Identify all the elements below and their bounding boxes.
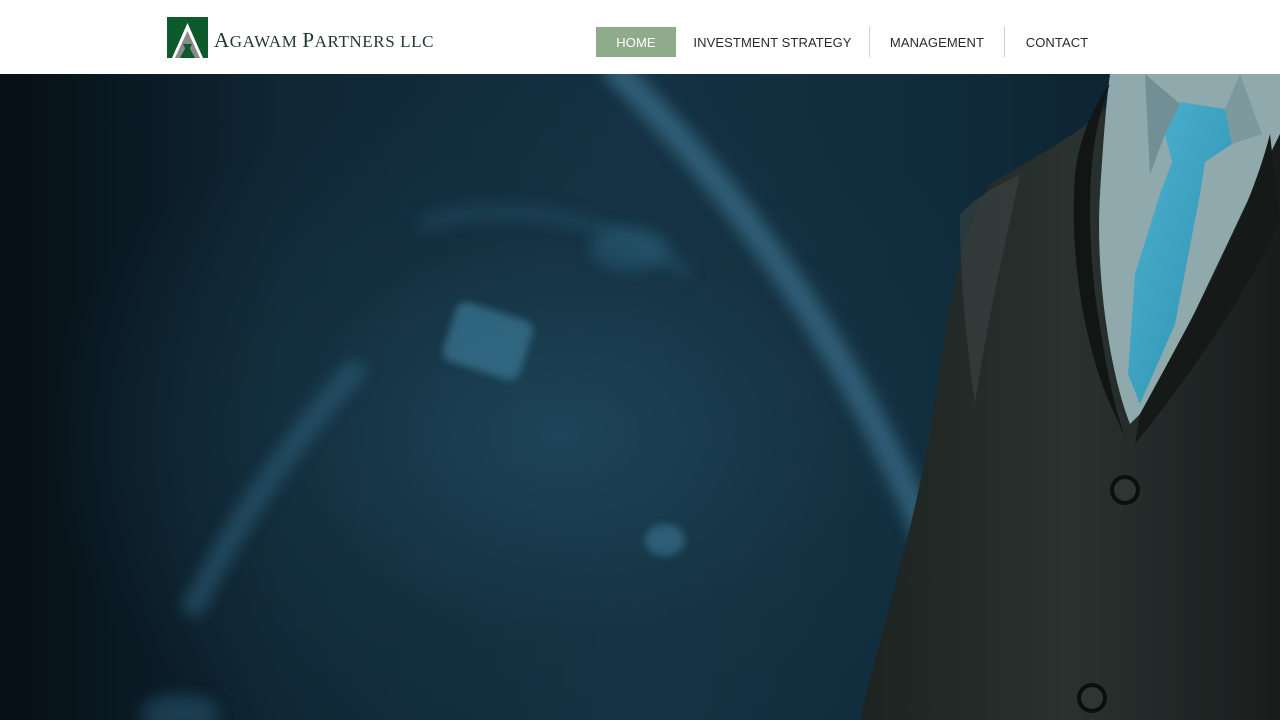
logo-icon[interactable] <box>167 17 208 58</box>
nav-contact[interactable]: CONTACT <box>1005 27 1109 57</box>
brand-word-partners: ARTNERS LLC <box>314 32 435 51</box>
hero-image <box>140 74 1280 720</box>
main-nav: HOME INVESTMENT STRATEGY MANAGEMENT CONT… <box>596 27 1109 57</box>
hero-banner <box>0 74 1280 720</box>
brand-initial-p: P <box>302 28 315 52</box>
nav-management[interactable]: MANAGEMENT <box>870 27 1004 57</box>
businessman-figure <box>860 74 1280 720</box>
brand-name[interactable]: AGAWAM PARTNERS LLC <box>214 27 434 55</box>
brand-initial-a: A <box>214 28 230 52</box>
site-header: AGAWAM PARTNERS LLC HOME INVESTMENT STRA… <box>0 0 1280 74</box>
background-bokeh <box>140 74 943 720</box>
nav-home[interactable]: HOME <box>596 27 676 57</box>
nav-investment-strategy[interactable]: INVESTMENT STRATEGY <box>676 27 869 57</box>
brand-word-agawam: GAWAM <box>229 32 303 51</box>
